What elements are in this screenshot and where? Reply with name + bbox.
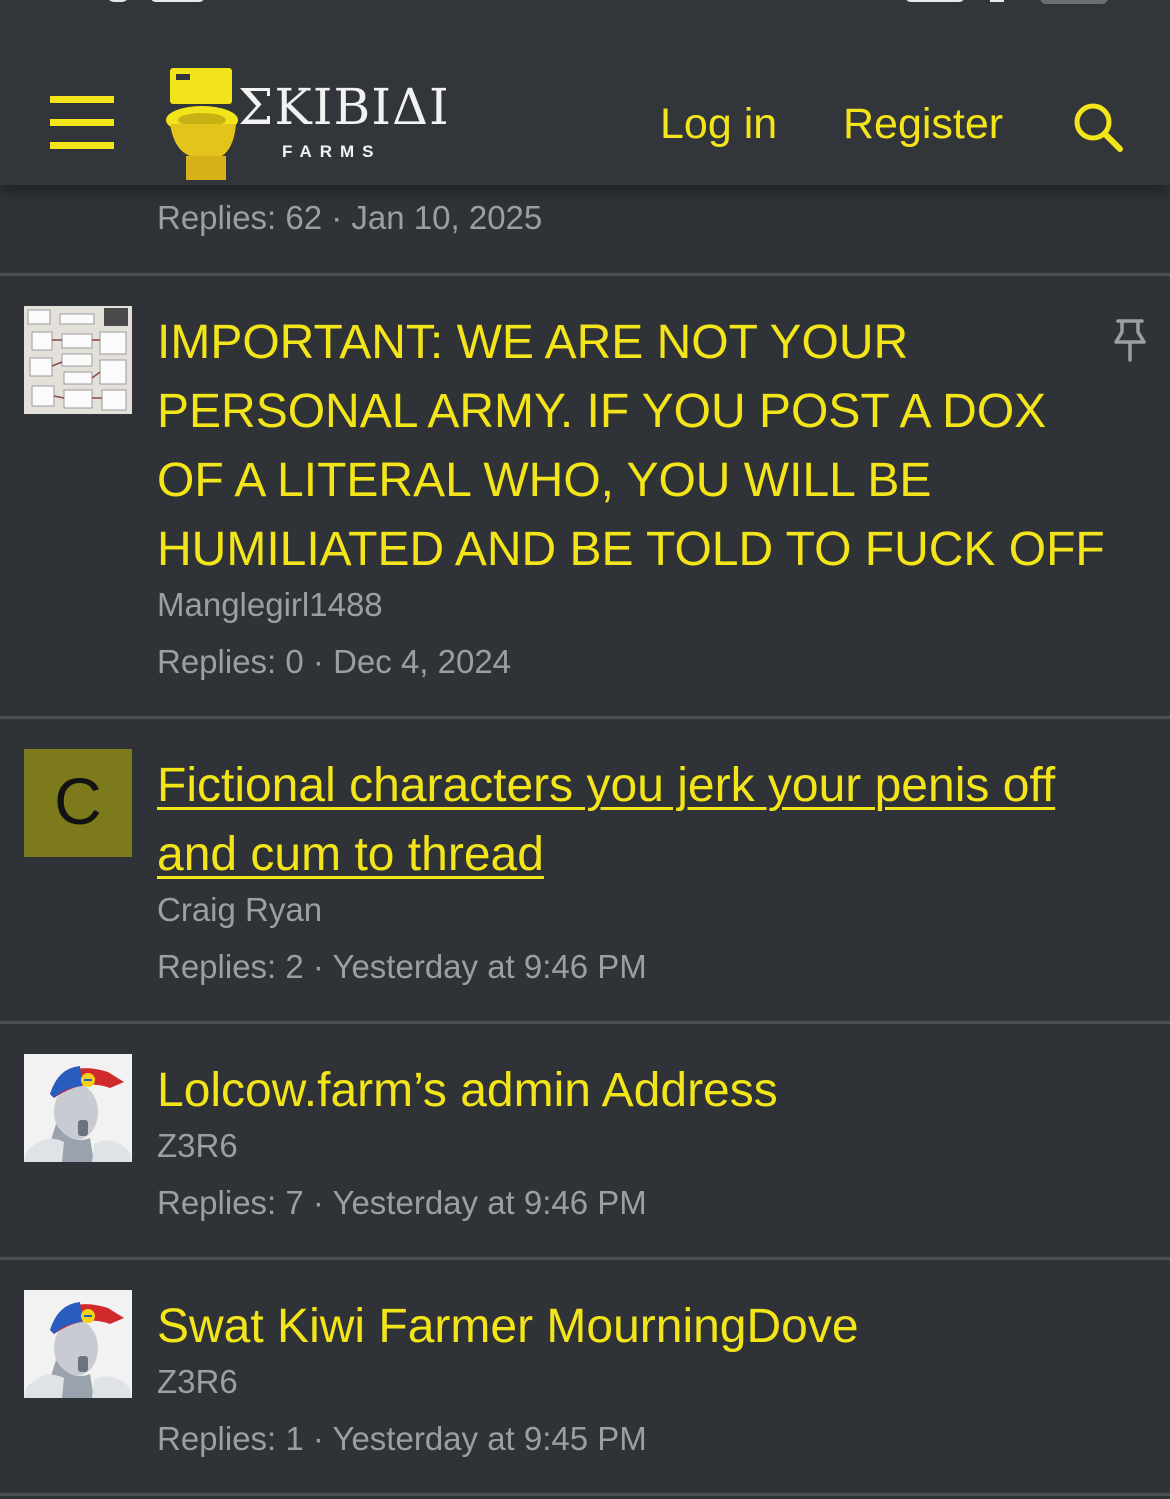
thread-meta: Replies: 1 · Yesterday at 9:45 PM — [157, 1420, 647, 1457]
thread-meta: Replies: 0 · Dec 4, 2024 — [157, 643, 512, 680]
thread-title[interactable]: IMPORTANT: WE ARE NOT YOUR PERSONAL ARMY… — [157, 308, 1147, 584]
thread-meta: Replies: 62 · Jan 10, 2025 — [157, 199, 543, 236]
logo-subtext: FARMS — [282, 142, 382, 161]
thread-author[interactable]: Craig Ryan — [157, 891, 322, 929]
thread-thumbnail[interactable] — [24, 306, 132, 414]
avatar[interactable] — [24, 1054, 132, 1162]
avatar[interactable]: C — [24, 749, 132, 857]
search-icon[interactable] — [1072, 101, 1124, 153]
page: Replies: 62 · Jan 10, 2025 ΣKIBIΔI FARMS… — [0, 0, 1170, 1499]
menu-icon[interactable] — [50, 96, 114, 150]
logo-text: ΣKIBIΔI — [238, 78, 450, 136]
site-logo[interactable]: ΣKIBIΔI FARMS — [166, 66, 466, 184]
thread-title[interactable]: Fictional characters you jerk your penis… — [157, 751, 1147, 889]
thread-divider — [0, 273, 1170, 276]
thread-author[interactable]: Z3R6 — [157, 1363, 238, 1401]
status-bar — [0, 0, 1170, 6]
thread-title[interactable]: Lolcow.farm’s admin Address — [157, 1056, 1147, 1125]
login-link[interactable]: Log in — [660, 100, 777, 149]
thread-divider — [0, 1493, 1170, 1496]
robot-avatar — [24, 1290, 132, 1398]
register-link[interactable]: Register — [843, 100, 1003, 149]
thread-meta: Replies: 2 · Yesterday at 9:46 PM — [157, 948, 647, 985]
thread-title[interactable]: Swat Kiwi Farmer MourningDove — [157, 1292, 1147, 1361]
thread-meta: Replies: 7 · Yesterday at 9:46 PM — [157, 1184, 647, 1221]
pin-icon — [1114, 319, 1146, 362]
avatar[interactable] — [24, 1290, 132, 1398]
site-header: ΣKIBIΔI FARMS Log in Register — [0, 0, 1170, 185]
thread-divider — [0, 1257, 1170, 1260]
robot-avatar — [24, 1054, 132, 1162]
flowchart-thumbnail — [24, 306, 132, 414]
toilet-logo — [166, 68, 238, 180]
thread-divider — [0, 1021, 1170, 1024]
thread-author[interactable]: Z3R6 — [157, 1127, 238, 1165]
thread-author[interactable]: Manglegirl1488 — [157, 586, 383, 624]
thread-divider — [0, 716, 1170, 719]
